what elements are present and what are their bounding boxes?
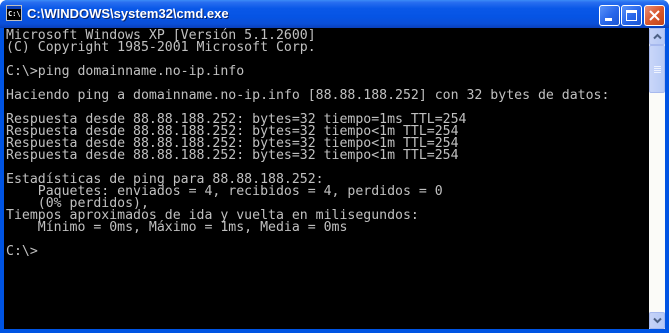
window-client-area: Microsoft Windows XP [Versión 5.1.2600] … <box>4 28 665 329</box>
close-button[interactable] <box>644 5 665 26</box>
scroll-down-button[interactable] <box>649 312 665 329</box>
vertical-scrollbar[interactable] <box>649 28 665 329</box>
cmd-icon-label: C:\ <box>8 10 21 18</box>
scroll-up-button[interactable] <box>649 28 665 45</box>
minimize-button[interactable] <box>599 5 620 26</box>
minimize-icon <box>605 18 612 21</box>
console-line: C:\> <box>6 244 38 259</box>
maximize-icon <box>626 10 637 21</box>
window-title: C:\WINDOWS\system32\cmd.exe <box>27 6 229 21</box>
console-output[interactable]: Microsoft Windows XP [Versión 5.1.2600] … <box>4 28 649 329</box>
console-line: Mínimo = 0ms, Máximo = 1ms, Media = 0ms <box>6 220 348 235</box>
console-line: C:\>ping domainname.no-ip.info <box>6 64 245 79</box>
title-bar[interactable]: C:\ C:\WINDOWS\system32\cmd.exe <box>0 0 669 28</box>
arrow-up-icon <box>653 33 662 40</box>
scrollbar-thumb[interactable] <box>649 45 665 93</box>
console-line: Haciendo ping a domainname.no-ip.info [8… <box>6 88 610 103</box>
console-line: (C) Copyright 1985-2001 Microsoft Corp. <box>6 40 316 55</box>
console-text: Microsoft Windows XP [Versión 5.1.2600] … <box>4 28 649 258</box>
arrow-down-icon <box>653 317 662 324</box>
maximize-button[interactable] <box>621 5 642 26</box>
close-icon <box>649 10 660 21</box>
console-line: Respuesta desde 88.88.188.252: bytes=32 … <box>6 148 459 163</box>
cmd-app-icon[interactable]: C:\ <box>6 5 22 21</box>
cmd-window: C:\ C:\WINDOWS\system32\cmd.exe Microsof… <box>0 0 669 333</box>
